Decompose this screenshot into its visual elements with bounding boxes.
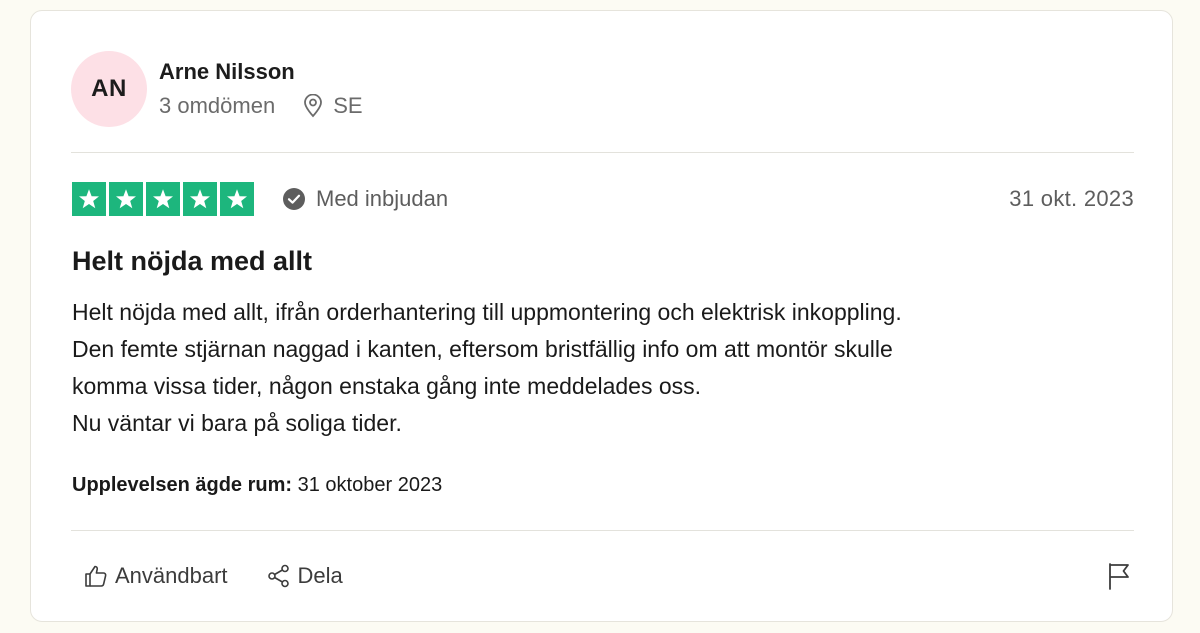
review-date: 31 okt. 2023 <box>1009 186 1134 211</box>
check-circle-icon <box>282 187 306 211</box>
reviewer-name[interactable]: Arne Nilsson <box>159 59 295 85</box>
verified-badge: Med inbjudan <box>282 186 448 212</box>
flag-icon <box>1109 563 1129 590</box>
location-pin-icon <box>303 94 323 118</box>
review-body: Helt nöjda med allt, ifrån orderhanterin… <box>72 294 1122 442</box>
rating-row: Med inbjudan 31 okt. 2023 <box>72 181 1134 217</box>
reviewer-meta: 3 omdömen SE <box>159 93 363 119</box>
review-body-line: Den femte stjärnan naggad i kanten, efte… <box>72 336 893 362</box>
review-card: AN Arne Nilsson 3 omdömen SE Med inbjuda… <box>30 10 1173 622</box>
experience-label: Upplevelsen ägde rum: <box>72 474 293 496</box>
star-icon <box>146 182 180 216</box>
experience-date: Upplevelsen ägde rum: 31 oktober 2023 <box>72 474 442 497</box>
review-body-line: Nu väntar vi bara på soliga tider. <box>72 410 402 436</box>
star-rating <box>72 182 254 216</box>
thumbs-up-icon <box>85 565 107 587</box>
reviewer-header: AN Arne Nilsson 3 omdömen SE <box>71 51 671 127</box>
star-icon <box>183 182 217 216</box>
verified-label: Med inbjudan <box>316 186 449 211</box>
report-button[interactable] <box>1105 561 1133 591</box>
reviews-count: 3 omdömen <box>159 93 276 118</box>
avatar[interactable]: AN <box>71 51 147 127</box>
star-icon <box>220 182 254 216</box>
reviewer-country: SE <box>333 93 363 118</box>
useful-button[interactable]: Användbart <box>83 563 228 589</box>
share-label: Dela <box>297 563 343 588</box>
experience-value: 31 oktober 2023 <box>297 474 443 496</box>
divider <box>71 152 1134 153</box>
review-body-line: Helt nöjda med allt, ifrån orderhanterin… <box>72 299 902 325</box>
divider <box>71 530 1134 531</box>
star-icon <box>109 182 143 216</box>
share-icon <box>267 564 289 588</box>
review-body-line: komma vissa tider, någon enstaka gång in… <box>72 373 702 399</box>
star-icon <box>72 182 106 216</box>
share-button[interactable]: Dela <box>266 563 343 589</box>
review-title: Helt nöjda med allt <box>72 246 313 276</box>
useful-label: Användbart <box>115 563 228 588</box>
review-actions: Användbart Dela <box>83 558 1133 594</box>
